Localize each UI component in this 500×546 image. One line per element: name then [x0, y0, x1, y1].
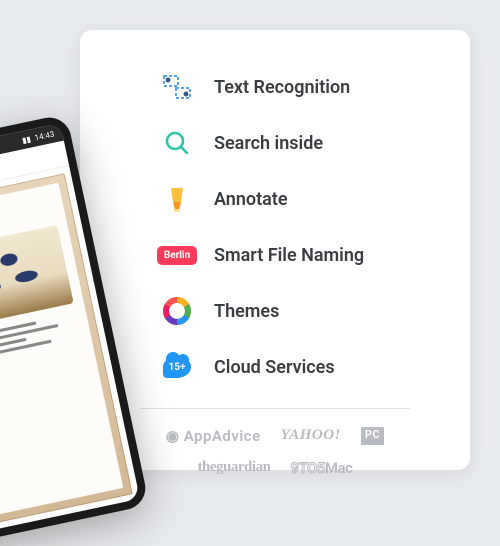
badge-text: Berlin — [157, 246, 197, 265]
feature-label: Cloud Services — [214, 357, 335, 378]
highlighter-icon — [160, 182, 194, 216]
press-yahoo: YAHOO! — [281, 427, 341, 445]
search-icon — [160, 126, 194, 160]
cloud-badge-icon: 15+ — [160, 350, 194, 384]
press-pcmag: PC — [361, 427, 384, 445]
berlin-badge-icon: Berlin — [160, 238, 194, 272]
press-9to5mac: 9TO5Mac — [290, 459, 352, 477]
badge-text: 15+ — [163, 356, 191, 378]
feature-label: Annotate — [214, 189, 288, 210]
press-guardian: theguardian — [198, 459, 271, 477]
feature-annotate[interactable]: Annotate — [160, 182, 440, 216]
status-time: 14:43 — [34, 129, 55, 142]
press-logos: ◉ AppAdvice YAHOO! PC theguardian 9TO5Ma… — [110, 427, 440, 477]
divider — [140, 408, 410, 409]
feature-smart-naming[interactable]: Berlin Smart File Naming — [160, 238, 440, 272]
feature-list: Text Recognition Search inside Annotate … — [110, 70, 440, 384]
text-recognition-icon — [160, 70, 194, 104]
feature-label: Smart File Naming — [214, 245, 364, 266]
feature-search-inside[interactable]: Search inside — [160, 126, 440, 160]
color-wheel-icon — [160, 294, 194, 328]
feature-text-recognition[interactable]: Text Recognition — [160, 70, 440, 104]
document-text-lines — [0, 313, 81, 365]
feature-cloud-services[interactable]: 15+ Cloud Services — [160, 350, 440, 384]
feature-themes[interactable]: Themes — [160, 294, 440, 328]
press-appadvice: ◉ AppAdvice — [166, 427, 261, 445]
feature-label: Themes — [214, 301, 279, 322]
status-signal-icon: ▮▮ — [21, 134, 31, 145]
feature-card: Text Recognition Search inside Annotate … — [80, 30, 470, 470]
feature-label: Search inside — [214, 133, 323, 154]
feature-label: Text Recognition — [214, 77, 350, 98]
